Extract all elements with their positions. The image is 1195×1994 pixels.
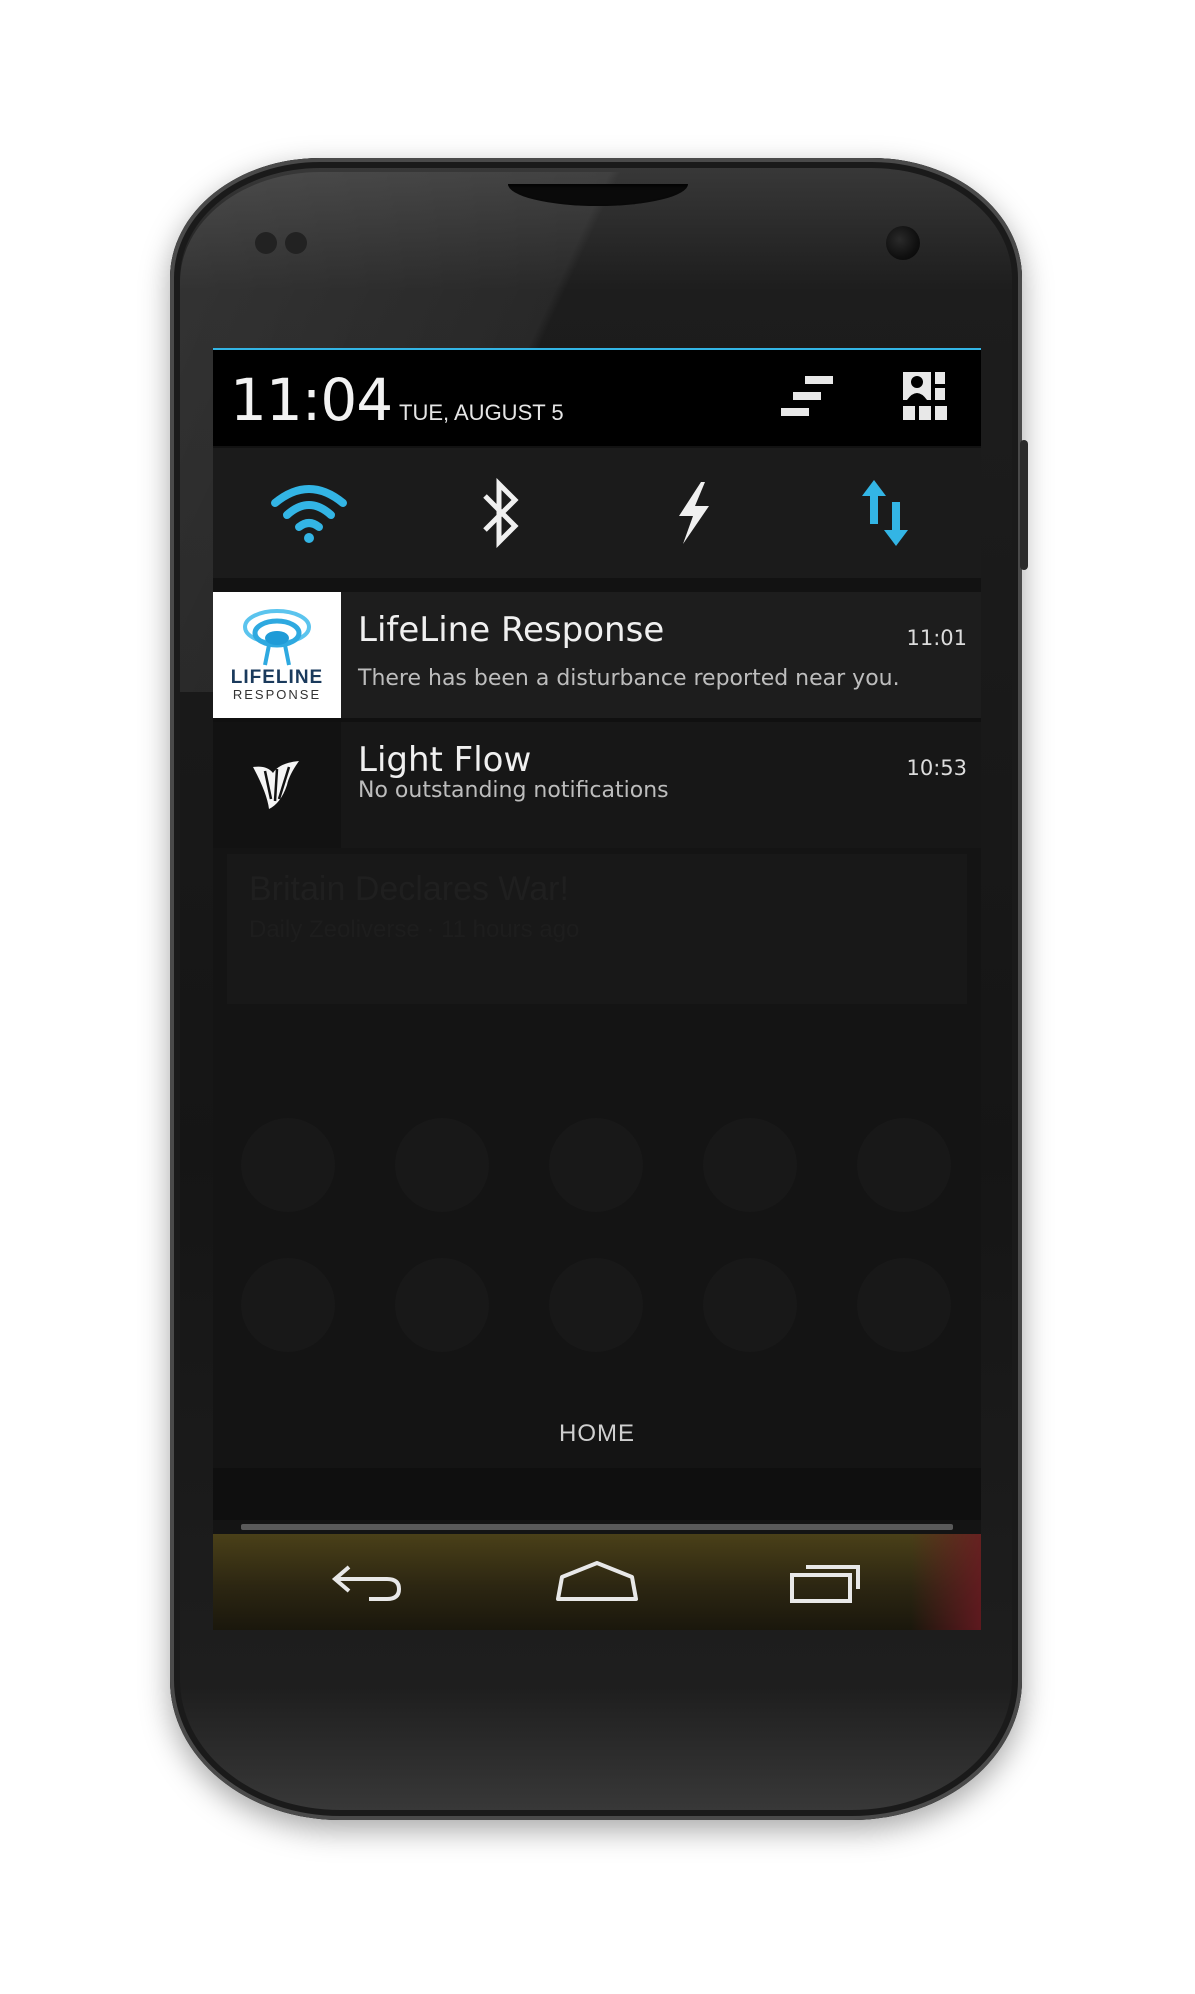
wifi-icon xyxy=(271,485,347,543)
background-app-icon xyxy=(241,1258,335,1352)
background-news-card: Britain Declares War! Daily Zeoliverse ·… xyxy=(227,854,967,1004)
notification-text: No outstanding notifications xyxy=(358,778,669,803)
svg-text:RESPONSE: RESPONSE xyxy=(233,687,321,702)
navigation-bar xyxy=(213,1534,981,1630)
notification-time: 11:01 xyxy=(906,626,967,650)
quick-settings-row xyxy=(213,448,981,578)
light-sensor xyxy=(285,232,307,254)
front-camera xyxy=(886,226,920,260)
lightning-icon xyxy=(679,482,709,544)
drawer-drag-handle[interactable] xyxy=(241,1524,953,1530)
background-app-icon xyxy=(703,1118,797,1212)
clear-all-icon xyxy=(781,376,833,416)
background-app-icon xyxy=(241,1118,335,1212)
clear-all-button[interactable] xyxy=(775,370,839,426)
back-icon xyxy=(331,1565,402,1601)
screen: 11:04 TUE, AUGUST 5 LIFELINE RESPONSE Li… xyxy=(213,348,981,1630)
notification-lightflow[interactable]: Light Flow No outstanding notifications … xyxy=(213,722,981,848)
notification-header: 11:04 TUE, AUGUST 5 xyxy=(213,350,981,446)
wallpaper-edge xyxy=(911,1534,981,1630)
data-transfer-icon xyxy=(862,480,908,546)
background-card-subtitle: Daily Zeoliverse · 11 hours ago xyxy=(249,916,580,943)
recent-apps-icon xyxy=(790,1565,860,1603)
lightflow-icon xyxy=(253,761,299,809)
notification-title: Light Flow xyxy=(358,740,532,780)
data-toggle[interactable] xyxy=(789,448,981,578)
background-app-icon xyxy=(549,1118,643,1212)
background-app-icon xyxy=(857,1258,951,1352)
background-app-icon xyxy=(857,1118,951,1212)
home-button[interactable] xyxy=(527,1534,667,1630)
bluetooth-icon xyxy=(483,478,519,548)
proximity-sensor xyxy=(255,232,277,254)
drawer-handle-label[interactable]: HOME xyxy=(213,1420,981,1448)
home-icon xyxy=(556,1561,638,1601)
lightflow-logo xyxy=(213,722,341,848)
notification-time: 10:53 xyxy=(906,756,967,780)
notification-title: LifeLine Response xyxy=(358,610,665,650)
quick-settings-icon xyxy=(903,372,947,420)
background-app-icon xyxy=(395,1118,489,1212)
notification-text: There has been a disturbance reported ne… xyxy=(358,666,900,691)
flash-toggle[interactable] xyxy=(597,448,789,578)
background-app-icon xyxy=(549,1258,643,1352)
date[interactable]: TUE, AUGUST 5 xyxy=(399,400,564,426)
notification-lifeline[interactable]: LIFELINE RESPONSE LifeLine Response Ther… xyxy=(213,592,981,718)
recent-apps-button[interactable] xyxy=(756,1534,896,1630)
drawer-handle-area[interactable] xyxy=(213,1468,981,1520)
svg-text:LIFELINE: LIFELINE xyxy=(231,667,323,688)
lifeline-logo-icon: LIFELINE RESPONSE xyxy=(231,609,323,702)
back-button[interactable] xyxy=(299,1534,439,1630)
wifi-toggle[interactable] xyxy=(213,448,405,578)
background-app-icon xyxy=(395,1258,489,1352)
bluetooth-toggle[interactable] xyxy=(405,448,597,578)
lifeline-logo: LIFELINE RESPONSE xyxy=(213,592,341,718)
background-card-title: Britain Declares War! xyxy=(249,870,569,908)
clock: 11:04 xyxy=(230,366,393,434)
power-button[interactable] xyxy=(1020,440,1028,570)
quick-settings-button[interactable] xyxy=(895,370,959,426)
background-app-icon xyxy=(703,1258,797,1352)
